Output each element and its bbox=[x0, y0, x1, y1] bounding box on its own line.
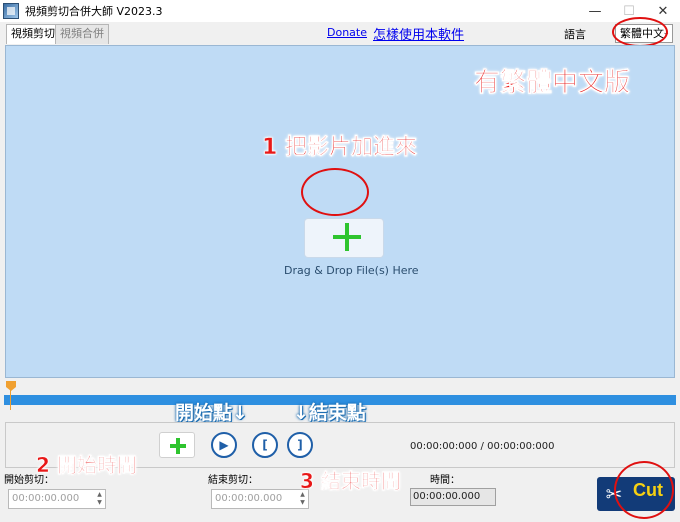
start-time-input[interactable]: 00:00:00.000 ▲ ▼ bbox=[8, 489, 106, 509]
annotation-step1: 1 把影片加進來 bbox=[262, 135, 417, 161]
tab-video-cut[interactable]: 視頻剪切 bbox=[6, 24, 60, 44]
window-title: 視頻剪切合併大師 V2023.3 bbox=[25, 5, 163, 18]
annotation-step3: 3 結束時間 bbox=[300, 469, 401, 494]
duration-readout: 00:00:00.000 bbox=[410, 488, 496, 506]
language-highlight-circle bbox=[612, 17, 668, 47]
bracket-right-icon: ] bbox=[297, 438, 303, 452]
language-label: 語言 bbox=[564, 28, 586, 41]
duration-label: 時間： bbox=[430, 475, 460, 486]
spinner-icon[interactable]: ▲ ▼ bbox=[95, 491, 104, 507]
bracket-left-icon: [ bbox=[262, 438, 268, 452]
end-time-input[interactable]: 00:00:00.000 ▲ ▼ bbox=[211, 489, 309, 509]
app-icon bbox=[3, 3, 19, 19]
howto-link[interactable]: 怎樣使用本軟件 bbox=[373, 24, 464, 43]
add-clip-button[interactable] bbox=[159, 432, 195, 458]
minimize-button[interactable]: — bbox=[578, 0, 612, 22]
add-file-button[interactable] bbox=[304, 218, 384, 258]
toolbar: 視頻剪切 視頻合併 Donate 怎樣使用本軟件 語言 繁體中文 ⌄ bbox=[0, 22, 680, 44]
annotation-start-point: 開始點↓ bbox=[175, 402, 248, 424]
timeline-marker[interactable] bbox=[6, 381, 16, 391]
cut-highlight-circle bbox=[614, 461, 674, 519]
play-button[interactable]: ▶ bbox=[211, 432, 237, 458]
time-total-readout: 00:00:00:000 / 00:00:00:000 bbox=[410, 441, 555, 452]
plus-icon bbox=[333, 223, 361, 251]
end-time-value: 00:00:00.000 bbox=[215, 493, 283, 504]
annotation-step2: 2 開始時間 bbox=[36, 453, 137, 478]
tab-video-merge[interactable]: 視頻合併 bbox=[55, 24, 109, 44]
drop-hint-text: Drag & Drop File(s) Here bbox=[284, 264, 419, 277]
play-icon: ▶ bbox=[219, 438, 229, 452]
mark-start-button[interactable]: [ bbox=[252, 432, 278, 458]
end-cut-label: 結束剪切： bbox=[208, 475, 258, 486]
donate-link[interactable]: Donate bbox=[327, 26, 367, 39]
start-time-value: 00:00:00.000 bbox=[12, 493, 80, 504]
annotation-traditional-chinese: 有繁體中文版 bbox=[474, 68, 631, 99]
add-file-highlight-circle bbox=[301, 168, 369, 216]
mark-end-button[interactable]: ] bbox=[287, 432, 313, 458]
title-bar: 視頻剪切合併大師 V2023.3 — ☐ ✕ bbox=[0, 0, 680, 22]
timeline-marker-line bbox=[10, 390, 11, 410]
annotation-end-point: ↓結束點 bbox=[293, 402, 366, 424]
